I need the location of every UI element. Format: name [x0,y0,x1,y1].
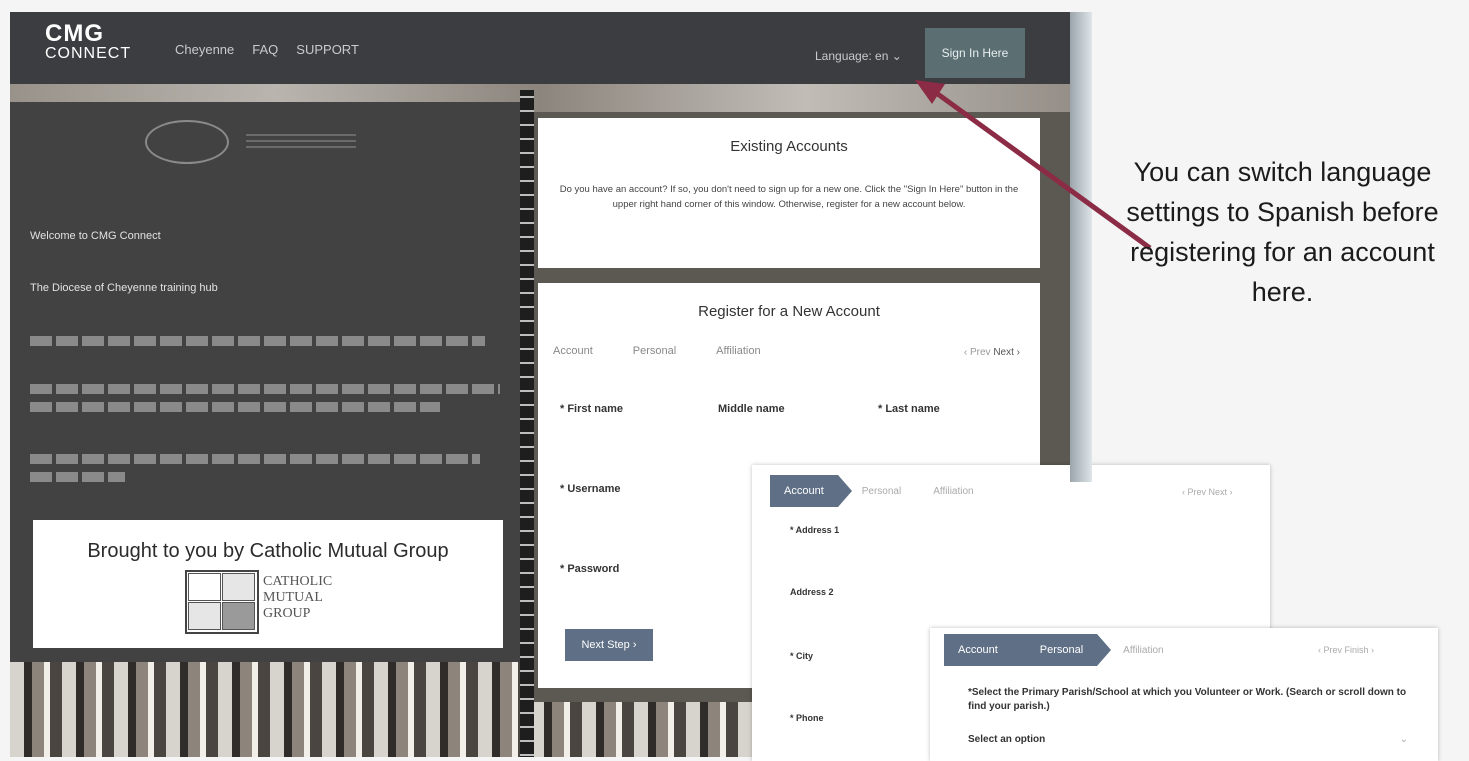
callout-arrow [915,80,1152,251]
annotation-callout: You can switch language settings to Span… [1126,157,1439,307]
callout-arrowhead [915,80,945,104]
callout-arrow-line [933,89,1152,251]
